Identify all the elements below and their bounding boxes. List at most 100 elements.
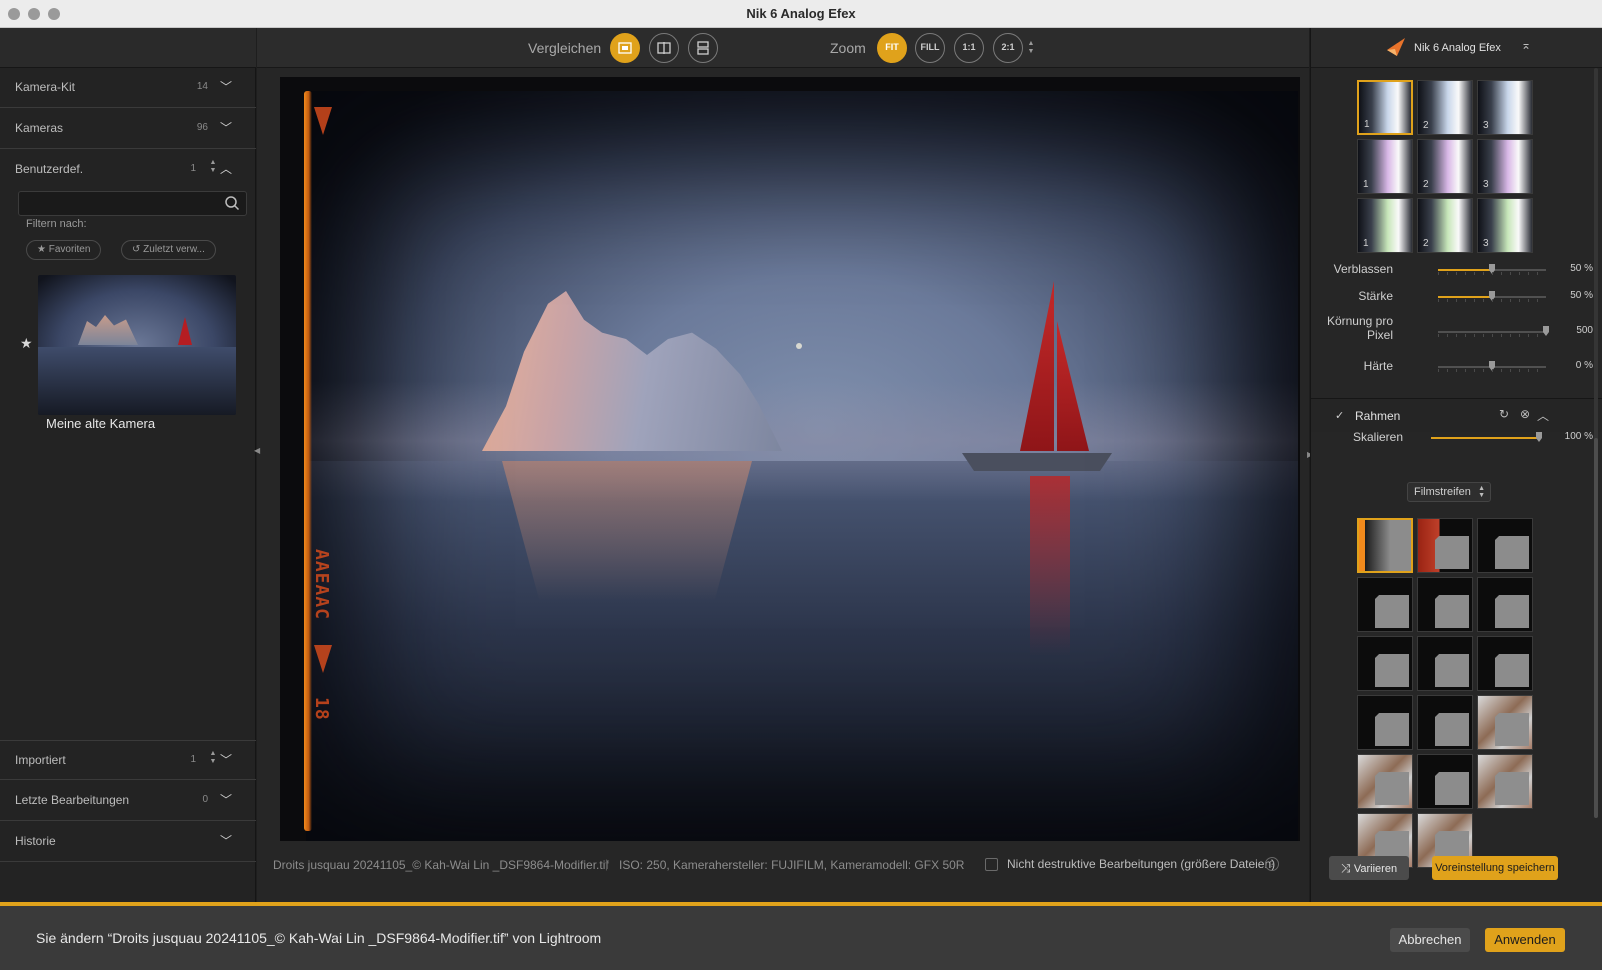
light-leak-swatch[interactable]: 3 — [1477, 80, 1533, 135]
chevron-down-icon[interactable]: ﹀ — [220, 751, 232, 768]
preset-search-field[interactable] — [18, 191, 247, 216]
section-letzte-bearbeitungen[interactable]: Letzte Bearbeitungen 0 ﹀ — [0, 781, 256, 821]
frame-type-dropdown[interactable]: Filmstreifen ▲ ▼ — [1407, 482, 1491, 502]
light-leak-swatch[interactable]: 3 — [1477, 198, 1533, 253]
save-preset-button[interactable]: Voreinstellung speichern — [1432, 856, 1558, 880]
title-bar: Nik 6 Analog Efex — [0, 0, 1602, 28]
chevron-down-icon[interactable]: ﹀ — [220, 78, 232, 95]
slider-1[interactable]: Verblassen 50 % — [1311, 258, 1602, 282]
preset-name[interactable]: Meine alte Kamera — [46, 416, 155, 431]
scale-track[interactable] — [1431, 432, 1542, 442]
frame-picture-area — [1375, 772, 1409, 805]
zoom-2-1-button[interactable]: 2:1 — [993, 33, 1023, 63]
frame-thumbnail[interactable] — [1357, 518, 1413, 573]
zoom-1-1-button[interactable]: 1:1 — [954, 33, 984, 63]
swatch-number: 1 — [1364, 119, 1370, 130]
scrollbar-thumb[interactable] — [1594, 438, 1598, 818]
collapse-top-icon[interactable]: ⌅ — [1521, 38, 1531, 52]
frame-thumbnail[interactable] — [1417, 636, 1473, 691]
frame-thumbnail[interactable] — [1357, 636, 1413, 691]
chevron-down-icon[interactable]: ﹀ — [220, 119, 232, 136]
chevron-down-icon[interactable]: ﹀ — [220, 791, 232, 808]
slider-track[interactable] — [1438, 264, 1546, 274]
section-importiert[interactable]: Importiert 1 ▲ ▼ ﹀ — [0, 740, 256, 780]
frame-thumbnail[interactable] — [1417, 754, 1473, 809]
favorites-filter-chip[interactable]: ★ Favoriten — [26, 240, 102, 260]
preset-thumbnail[interactable] — [38, 275, 236, 415]
nondestructive-label[interactable]: Nicht destruktive Bearbeitungen (größere… — [1007, 857, 1275, 871]
nondestructive-checkbox[interactable] — [985, 858, 998, 871]
frame-thumbnail[interactable] — [1357, 577, 1413, 632]
light-leak-swatch[interactable]: 2 — [1417, 139, 1473, 194]
zoom-fit-button[interactable]: FIT — [877, 33, 907, 63]
collapse-left-panel-arrow[interactable]: ◀ — [254, 446, 260, 455]
frame-thumbnail[interactable] — [1477, 754, 1533, 809]
chevron-up-icon[interactable]: ︿ — [220, 160, 232, 177]
section-benutzerdef[interactable]: Benutzerdef. 1 ▲ ▼ ︿ — [0, 150, 256, 190]
side-by-side-button[interactable] — [688, 33, 718, 63]
section-count: 1 — [190, 163, 196, 174]
swatch-number: 2 — [1423, 179, 1429, 190]
film-number-text: 18 — [311, 697, 332, 721]
light-leak-swatch[interactable]: 3 — [1477, 139, 1533, 194]
slider-track[interactable] — [1438, 291, 1546, 301]
scale-thumb[interactable] — [1536, 432, 1542, 442]
frame-thumbnail[interactable] — [1477, 636, 1533, 691]
panel-scrollbar[interactable] — [1594, 68, 1598, 818]
light-leak-swatch[interactable]: 1 — [1357, 198, 1413, 253]
image-preview[interactable]: AAEAAC 18 — [280, 77, 1300, 841]
light-leak-swatch[interactable]: 1 — [1357, 80, 1413, 135]
sort-stepper[interactable]: ▲ ▼ — [208, 159, 218, 175]
vary-button[interactable]: ⤨ Variieren — [1329, 856, 1409, 880]
swatch-number: 3 — [1483, 120, 1489, 131]
zoom-fill-button[interactable]: FILL — [915, 33, 945, 63]
nik-logo-icon — [1387, 38, 1405, 56]
chevron-down-icon[interactable]: ﹀ — [220, 832, 232, 849]
film-edge — [280, 77, 306, 841]
search-icon[interactable] — [224, 195, 240, 211]
split-view-button[interactable] — [649, 33, 679, 63]
frame-picture-area — [1435, 536, 1469, 569]
frame-thumbnail[interactable] — [1477, 695, 1533, 750]
remove-icon[interactable]: ⊗ — [1520, 407, 1530, 421]
search-input[interactable] — [25, 195, 215, 212]
frame-thumbnail[interactable] — [1477, 518, 1533, 573]
sort-stepper[interactable]: ▲ ▼ — [208, 750, 218, 766]
filter-label: Filtern nach: — [26, 218, 87, 230]
frame-thumbnail[interactable] — [1357, 695, 1413, 750]
chevron-up-icon[interactable]: ︿ — [1537, 407, 1549, 424]
light-leak-swatch[interactable]: 1 — [1357, 139, 1413, 194]
help-icon[interactable]: ? — [1265, 857, 1279, 871]
compare-before-after-button[interactable] — [610, 33, 640, 63]
frame-thumbnail[interactable] — [1477, 577, 1533, 632]
slider-4[interactable]: Härte 0 % — [1311, 355, 1602, 379]
section-label: Letzte Bearbeitungen — [15, 793, 130, 807]
cancel-button[interactable]: Abbrechen — [1390, 928, 1470, 952]
star-icon[interactable]: ★ — [20, 335, 33, 352]
frame-enable-checkbox[interactable]: ✓ — [1335, 409, 1347, 422]
light-leak-swatch[interactable]: 2 — [1417, 80, 1473, 135]
slider-label: Verblassen — [1333, 262, 1393, 276]
frame-thumbnail[interactable] — [1417, 695, 1473, 750]
action-bar: Sie ändern “Droits jusquau 20241105_© Ka… — [0, 902, 1602, 970]
zoom-label: Zoom — [830, 40, 866, 56]
frame-picture-area — [1375, 595, 1409, 628]
reset-icon[interactable]: ↻ — [1499, 407, 1509, 421]
scale-slider[interactable]: Skalieren 100 % — [1311, 426, 1602, 450]
slider-2[interactable]: Stärke 50 % — [1311, 285, 1602, 309]
recent-filter-chip[interactable]: ↺ Zuletzt verw... — [121, 240, 216, 260]
apply-button[interactable]: Anwenden — [1485, 928, 1565, 952]
slider-track[interactable] — [1438, 361, 1546, 371]
slider-track[interactable] — [1438, 326, 1549, 336]
frame-thumbnail[interactable] — [1417, 518, 1473, 573]
light-leak-swatch[interactable]: 2 — [1417, 198, 1473, 253]
frame-picture-area — [1375, 713, 1409, 746]
zoom-stepper[interactable]: ▲ ▼ — [1027, 40, 1035, 56]
section-kamera-kit[interactable]: Kamera-Kit 14 ﹀ — [0, 68, 256, 108]
slider-label-line: Pixel — [1366, 328, 1393, 342]
frame-thumbnail[interactable] — [1417, 577, 1473, 632]
slider-3[interactable]: Körnung pro Pixel 500 — [1311, 314, 1602, 344]
frame-thumbnail[interactable] — [1357, 754, 1413, 809]
section-kameras[interactable]: Kameras 96 ﹀ — [0, 109, 256, 149]
section-historie[interactable]: Historie ﹀ — [0, 822, 256, 862]
